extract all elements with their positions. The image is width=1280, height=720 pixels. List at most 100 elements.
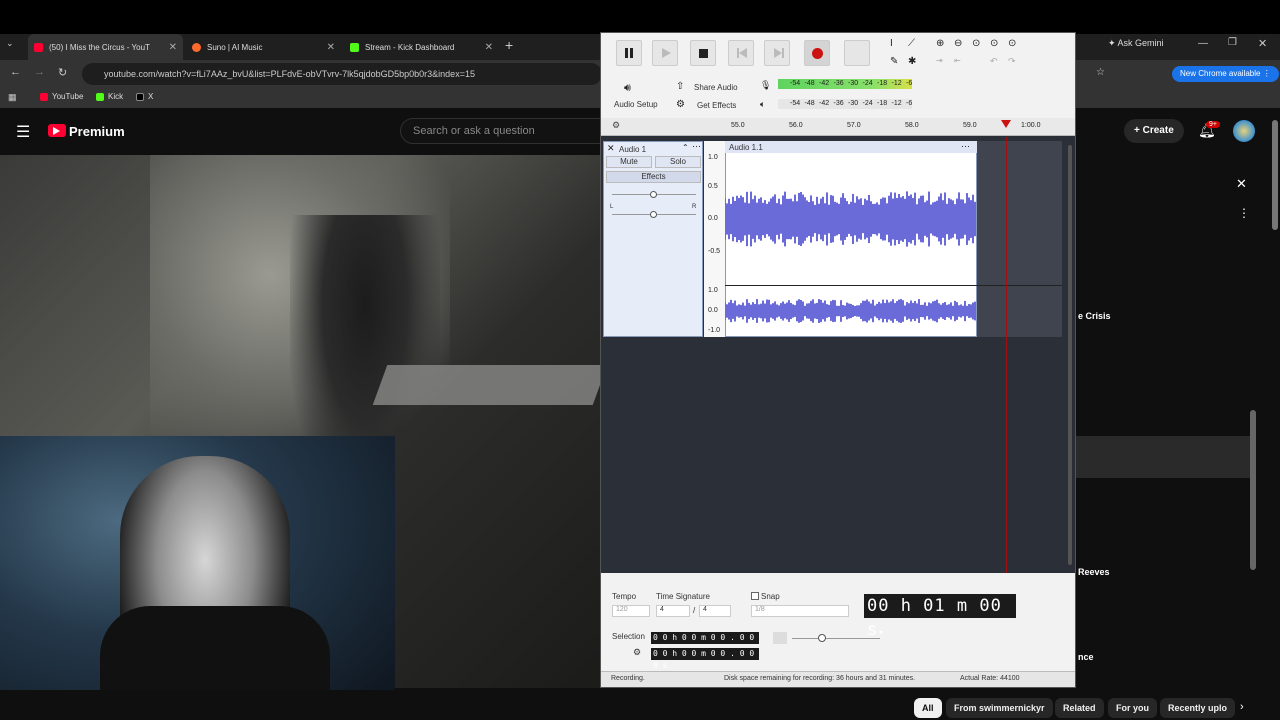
reload-icon[interactable]: ↻ [58, 66, 67, 79]
multi-tool-icon[interactable]: ✱ [908, 56, 916, 67]
get-effects-icon[interactable]: ⚙︎ [676, 99, 685, 110]
ts-denominator-select[interactable]: 4 [699, 605, 731, 617]
pause-button[interactable] [616, 40, 642, 66]
address-bar[interactable]: youtube.com/watch?v=fLi7AAz_bvU&list=PLF… [82, 63, 602, 85]
pan-slider-thumb[interactable] [650, 211, 657, 218]
zoom-out-icon[interactable]: ⊖ [954, 38, 962, 49]
related-title[interactable]: nce [1078, 652, 1094, 662]
waveform [725, 191, 976, 323]
apps-grid-icon[interactable]: ▦ [8, 92, 17, 103]
trim-icon[interactable]: ⇥ [936, 56, 943, 65]
page-scrollbar[interactable] [1272, 120, 1278, 230]
silence-icon[interactable]: ⇤ [954, 56, 961, 65]
tab-kick[interactable]: Stream - Kick Dashboard ✕ [344, 34, 499, 60]
selection-settings-icon[interactable]: ⚙︎ [633, 647, 641, 658]
time-display[interactable]: 00 h 01 m 00 s▾ [864, 594, 1016, 640]
new-tab-icon[interactable]: + [505, 37, 513, 53]
get-effects-button[interactable]: Get Effects [697, 101, 736, 110]
ruler-tick: 55.0 [731, 122, 745, 129]
skip-to-start-button[interactable] [728, 40, 754, 66]
tab-search-icon[interactable]: ⌄ [6, 38, 14, 49]
share-audio-button[interactable]: Share Audio [694, 83, 738, 92]
close-panel-icon[interactable]: ✕ [1236, 176, 1247, 192]
stop-button[interactable] [690, 40, 716, 66]
share-audio-icon[interactable]: ⇧ [676, 81, 684, 92]
play-button[interactable] [652, 40, 678, 66]
chip-related[interactable]: Related [1055, 698, 1104, 718]
bookmark-x[interactable]: X [136, 92, 153, 101]
window-close-icon[interactable]: ✕ [1258, 37, 1267, 50]
tempo-input[interactable]: 120 [612, 605, 650, 617]
tab-suno[interactable]: Suno | AI Music ✕ [186, 34, 341, 60]
close-icon[interactable]: ✕ [327, 42, 335, 53]
related-item-highlight[interactable] [1076, 436, 1250, 478]
mute-button[interactable]: Mute [606, 156, 652, 168]
ts-numerator-input[interactable]: 4 [656, 605, 690, 617]
meter-tick: -12 [891, 100, 902, 107]
draw-tool-icon[interactable]: ✎ [890, 56, 898, 67]
skip-to-end-button[interactable] [764, 40, 790, 66]
loop-button[interactable] [844, 40, 870, 66]
snap-select[interactable]: 1/8 [751, 605, 849, 617]
undo-icon[interactable]: ↶ [990, 56, 998, 67]
bookmark-youtube[interactable]: YouTube [40, 92, 83, 101]
panel-scrollbar[interactable] [1250, 410, 1256, 570]
fit-project-icon[interactable]: ⊙ [990, 38, 998, 49]
selection-start-field[interactable]: 0 0 h 0 0 m 0 0 . 0 0 0 s [651, 632, 759, 654]
more-options-icon[interactable]: ⋮ [1238, 206, 1250, 220]
bookmark-kick[interactable]: Kick [96, 92, 123, 101]
avatar[interactable] [1233, 120, 1255, 142]
maximize-icon[interactable]: ❐ [1228, 37, 1237, 48]
track-close-icon[interactable]: ✕ [607, 143, 615, 154]
playhead-marker[interactable] [1001, 120, 1011, 128]
play-speed-slider[interactable] [792, 638, 880, 639]
gain-slider-thumb[interactable] [650, 191, 657, 198]
audio-setup-label[interactable]: Audio Setup [614, 100, 658, 109]
envelope-tool-icon[interactable]: ⟋ [908, 38, 915, 49]
close-icon[interactable]: ✕ [485, 42, 493, 53]
effects-button[interactable]: Effects [606, 171, 701, 183]
track-menu-icon[interactable]: ⋯ [692, 141, 701, 152]
back-icon[interactable]: ← [10, 66, 21, 78]
snap-checkbox[interactable] [751, 592, 759, 600]
solo-button[interactable]: Solo [655, 156, 701, 168]
track-name[interactable]: Audio 1 [619, 145, 646, 154]
youtube-premium-label: Premium [69, 124, 125, 139]
collapse-icon[interactable]: ⌃ [682, 143, 689, 152]
ruler-tick: 57.0 [847, 122, 861, 129]
search-input[interactable]: Search or ask a question [400, 118, 610, 144]
selection-tool-icon[interactable]: I [890, 38, 893, 49]
clip-menu-icon[interactable]: ⋯ [961, 141, 970, 152]
create-button[interactable]: + Create [1124, 119, 1184, 143]
play-speed-thumb[interactable] [818, 634, 826, 642]
tab-youtube[interactable]: (50) I Miss the Circus - YouT ✕ [28, 34, 183, 60]
chip-for-you[interactable]: For you [1108, 698, 1157, 718]
forward-icon[interactable]: → [34, 66, 45, 78]
ruler-tick: 58.0 [905, 122, 919, 129]
status-disk-space: Disk space remaining for recording: 36 h… [724, 675, 916, 682]
ask-gemini-button[interactable]: ✦ Ask Gemini [1108, 38, 1164, 49]
menu-icon[interactable]: ☰ [16, 122, 30, 142]
track-scrollbar[interactable] [1068, 145, 1072, 565]
play-glyph-icon [53, 127, 60, 135]
redo-icon[interactable]: ↷ [1008, 56, 1016, 67]
zoom-toggle-icon[interactable]: ⊙ [1008, 38, 1016, 49]
bookmark-star-icon[interactable]: ☆ [1096, 67, 1105, 78]
chip-recently-uploaded[interactable]: Recently uplo [1160, 698, 1236, 718]
chip-next-icon[interactable]: › [1240, 701, 1244, 713]
chip-all[interactable]: All [914, 698, 942, 718]
close-icon[interactable]: ✕ [169, 42, 177, 53]
zoom-in-icon[interactable]: ⊕ [936, 38, 944, 49]
fit-selection-icon[interactable]: ⊙ [972, 38, 980, 49]
audio-setup-speaker-icon[interactable]: 🔊︎ [624, 82, 631, 95]
clip-name[interactable]: Audio 1.1 [729, 143, 763, 152]
related-title[interactable]: e Crisis [1078, 311, 1111, 321]
chip-from-channel[interactable]: From swimmernickyr [946, 698, 1053, 718]
play-at-speed-button[interactable] [773, 632, 787, 644]
selection-end-field[interactable]: 0 0 h 0 0 m 0 0 . 0 0 0 s [651, 648, 759, 670]
record-button[interactable] [804, 40, 830, 66]
related-title[interactable]: Reeves [1078, 567, 1110, 577]
minimize-icon[interactable]: — [1198, 38, 1208, 49]
new-chrome-available-button[interactable]: New Chrome available ⋮ [1172, 66, 1279, 82]
timeline-settings-icon[interactable]: ⚙︎ [612, 120, 620, 131]
